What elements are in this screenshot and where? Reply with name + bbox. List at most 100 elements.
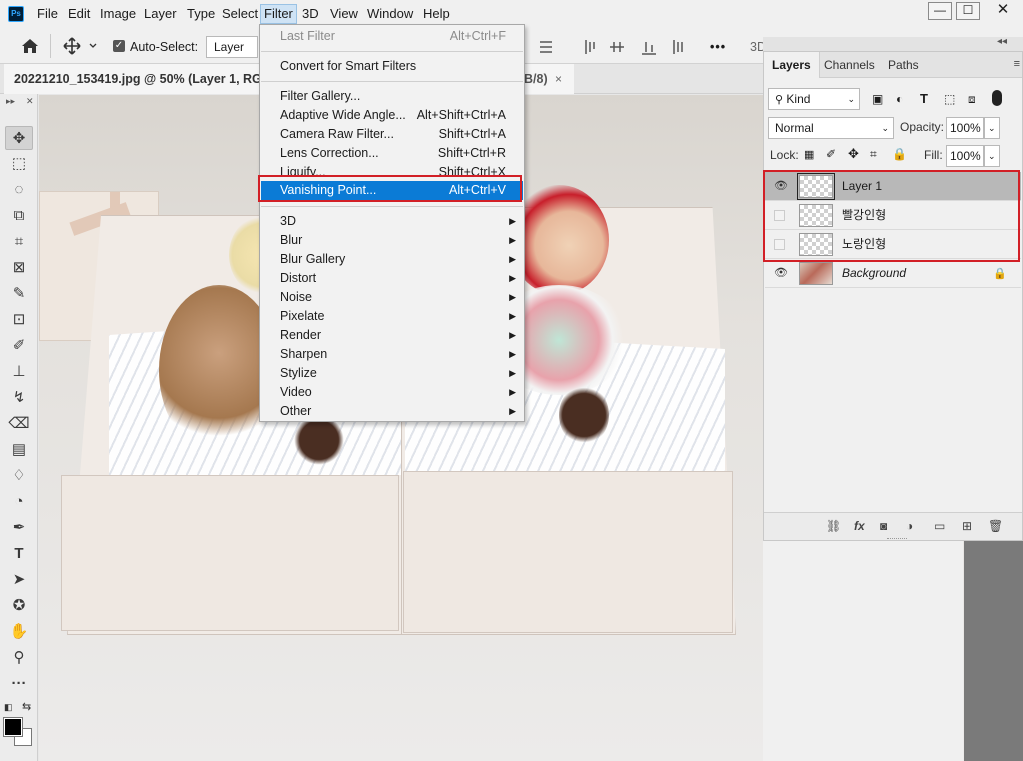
eye-icon[interactable]: 👁 bbox=[774, 181, 788, 192]
layer-kind-filter[interactable]: ⚲ Kind ⌄ bbox=[768, 88, 860, 110]
submenu-distort[interactable]: Distort ▶ bbox=[261, 269, 523, 288]
panel-collapse-icon[interactable]: ▸▸ bbox=[6, 96, 15, 107]
history-brush-tool-icon[interactable]: ↯ bbox=[5, 386, 33, 410]
menu-filter[interactable]: Filter bbox=[260, 4, 297, 24]
filter-shape-icon[interactable]: ⬚ bbox=[944, 92, 955, 106]
fx-icon[interactable]: fx bbox=[854, 519, 865, 533]
camera-raw-filter-item[interactable]: Camera Raw Filter... Shift+Ctrl+A bbox=[261, 125, 523, 144]
pen-tool-icon[interactable]: ✒ bbox=[5, 516, 33, 540]
filter-pixel-icon[interactable]: ▣ bbox=[872, 92, 883, 106]
visibility-toggle[interactable] bbox=[774, 210, 785, 221]
align-icons[interactable] bbox=[538, 39, 688, 55]
hand-tool-icon[interactable]: ✋ bbox=[5, 620, 33, 644]
panel-close-icon[interactable]: ✕ bbox=[26, 96, 34, 107]
layer-name[interactable]: Background bbox=[842, 259, 906, 288]
link-icon[interactable]: ⛓ bbox=[826, 519, 841, 533]
healing-tool-icon[interactable]: ⊡ bbox=[5, 308, 33, 332]
menu-window[interactable]: Window bbox=[364, 4, 416, 24]
submenu-other[interactable]: Other ▶ bbox=[261, 402, 523, 421]
fill-input[interactable]: 100% bbox=[946, 145, 984, 167]
vertical-scrollbar[interactable] bbox=[964, 541, 1023, 761]
submenu-blur[interactable]: Blur ▶ bbox=[261, 231, 523, 250]
menu-3d[interactable]: 3D bbox=[299, 4, 322, 24]
menu-type[interactable]: Type bbox=[184, 4, 218, 24]
layer-name[interactable]: 빨강인형 bbox=[842, 201, 886, 230]
path-select-tool-icon[interactable]: ➤ bbox=[5, 568, 33, 592]
submenu-stylize[interactable]: Stylize ▶ bbox=[261, 364, 523, 383]
brush-tool-icon[interactable]: ✐ bbox=[5, 334, 33, 358]
minimize-button[interactable]: — bbox=[928, 2, 952, 20]
move-options-icon[interactable] bbox=[62, 37, 102, 55]
gradient-tool-icon[interactable]: ▤ bbox=[5, 438, 33, 462]
submenu-render[interactable]: Render ▶ bbox=[261, 326, 523, 345]
lasso-tool-icon[interactable]: ◌ bbox=[5, 178, 33, 202]
collapse-panels-icon[interactable]: ◂◂ bbox=[997, 36, 1007, 47]
shape-tool-icon[interactable]: ✪ bbox=[5, 594, 33, 618]
adaptive-wide-angle-item[interactable]: Adaptive Wide Angle... Alt+Shift+Ctrl+A bbox=[261, 106, 523, 125]
lock-position-icon[interactable]: ✥ bbox=[848, 146, 859, 162]
menu-image[interactable]: Image bbox=[97, 4, 139, 24]
submenu-video[interactable]: Video ▶ bbox=[261, 383, 523, 402]
type-tool-icon[interactable]: T bbox=[5, 542, 33, 566]
object-select-tool-icon[interactable]: ⧉ bbox=[5, 204, 33, 228]
eye-icon[interactable]: 👁 bbox=[774, 268, 788, 279]
opacity-input[interactable]: 100% bbox=[946, 117, 984, 139]
menu-select[interactable]: Select bbox=[219, 4, 261, 24]
tab-channels[interactable]: Channels bbox=[816, 52, 883, 78]
layer-row-layer-1[interactable]: 👁 Layer 1 bbox=[765, 172, 1021, 201]
resize-grip-icon[interactable] bbox=[887, 538, 907, 541]
zoom-tool-icon[interactable]: ⚲ bbox=[5, 646, 33, 670]
lock-artboard-icon[interactable]: ⌗ bbox=[870, 147, 877, 162]
lock-transparent-icon[interactable]: ▦ bbox=[804, 148, 814, 161]
panel-menu-icon[interactable]: ≡ bbox=[1014, 58, 1020, 70]
more-tools-icon[interactable]: ··· bbox=[5, 672, 33, 696]
auto-select-checkbox[interactable]: ✓ bbox=[113, 40, 125, 52]
filter-smart-object-icon[interactable]: ⧈ bbox=[968, 92, 976, 107]
blur-tool-icon[interactable]: ♢ bbox=[5, 464, 33, 488]
submenu-noise[interactable]: Noise ▶ bbox=[261, 288, 523, 307]
submenu-pixelate[interactable]: Pixelate ▶ bbox=[261, 307, 523, 326]
eraser-tool-icon[interactable]: ⌫ bbox=[5, 412, 33, 436]
blend-mode-select[interactable]: Normal ⌄ bbox=[768, 117, 894, 139]
menu-edit[interactable]: Edit bbox=[65, 4, 93, 24]
opacity-dropdown[interactable]: ⌄ bbox=[984, 117, 1000, 139]
home-icon[interactable] bbox=[20, 37, 40, 55]
tab-paths[interactable]: Paths bbox=[880, 52, 927, 78]
lens-correction-item[interactable]: Lens Correction... Shift+Ctrl+R bbox=[261, 144, 523, 163]
filter-toggle-icon[interactable] bbox=[992, 90, 1002, 106]
visibility-toggle[interactable] bbox=[774, 239, 785, 250]
more-options-button[interactable]: ••• bbox=[710, 37, 726, 57]
layer-name[interactable]: 노랑인형 bbox=[842, 230, 886, 259]
layer-name[interactable]: Layer 1 bbox=[842, 172, 882, 201]
submenu-sharpen[interactable]: Sharpen ▶ bbox=[261, 345, 523, 364]
move-tool-icon[interactable]: ✥ bbox=[5, 126, 33, 150]
liquify-item[interactable]: Liquify... Shift+Ctrl+X bbox=[261, 163, 523, 175]
adjustment-icon[interactable]: ◑ bbox=[906, 519, 913, 533]
maximize-button[interactable]: ☐ bbox=[956, 2, 980, 20]
frame-tool-icon[interactable]: ⊠ bbox=[5, 256, 33, 280]
crop-tool-icon[interactable]: ⌗ bbox=[5, 230, 33, 254]
mask-icon[interactable]: ◙ bbox=[880, 519, 887, 533]
foreground-color-swatch[interactable] bbox=[3, 717, 23, 737]
marquee-tool-icon[interactable]: ⬚ bbox=[5, 152, 33, 176]
lock-all-icon[interactable]: 🔒 bbox=[892, 147, 907, 161]
menu-view[interactable]: View bbox=[327, 4, 361, 24]
layer-row-background[interactable]: 👁 Background 🔒 bbox=[765, 259, 1021, 288]
close-window-button[interactable]: ✕ bbox=[986, 2, 1020, 20]
filter-gallery-item[interactable]: Filter Gallery... bbox=[261, 87, 523, 106]
folder-icon[interactable]: ▭ bbox=[934, 519, 945, 533]
dodge-tool-icon[interactable]: ◔ bbox=[5, 490, 33, 514]
close-document-button[interactable]: × bbox=[555, 64, 562, 94]
menu-file[interactable]: File bbox=[34, 4, 61, 24]
eyedropper-tool-icon[interactable]: ✎ bbox=[5, 282, 33, 306]
filter-type-icon[interactable]: T bbox=[920, 91, 928, 106]
trash-icon[interactable]: 🗑 bbox=[988, 519, 1003, 533]
submenu-3d[interactable]: 3D ▶ bbox=[261, 212, 523, 231]
tab-layers[interactable]: Layers bbox=[764, 52, 820, 78]
filter-adjustment-icon[interactable]: ◐ bbox=[896, 92, 903, 106]
vanishing-point-item[interactable]: Vanishing Point... Alt+Ctrl+V bbox=[261, 181, 523, 200]
submenu-blur-gallery[interactable]: Blur Gallery ▶ bbox=[261, 250, 523, 269]
layer-row-red-doll[interactable]: 빨강인형 bbox=[765, 201, 1021, 230]
new-layer-icon[interactable]: ⊞ bbox=[962, 519, 972, 533]
fill-dropdown[interactable]: ⌄ bbox=[984, 145, 1000, 167]
